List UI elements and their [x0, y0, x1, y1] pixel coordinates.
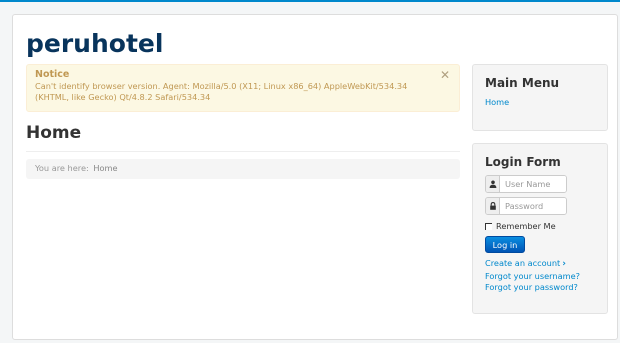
- remember-me-label[interactable]: Remember Me: [496, 221, 556, 231]
- site-title[interactable]: peruhotel: [26, 29, 163, 58]
- user-icon: [486, 176, 500, 192]
- login-links: Create an account › Forgot your username?…: [485, 258, 580, 294]
- create-account-label: Create an account: [485, 258, 561, 268]
- login-form-module: Login Form Remember Me Log in Create an …: [472, 143, 608, 314]
- close-icon[interactable]: ✕: [440, 68, 450, 82]
- forgot-username-link[interactable]: Forgot your username?: [485, 271, 580, 283]
- breadcrumb-prefix: You are here:: [35, 163, 89, 173]
- notice-heading: Notice: [35, 69, 70, 80]
- username-field: [485, 175, 567, 193]
- username-input[interactable]: [500, 176, 566, 192]
- create-account-link[interactable]: Create an account ›: [485, 258, 580, 271]
- remember-me-checkbox[interactable]: [485, 222, 492, 230]
- login-button[interactable]: Log in: [485, 236, 525, 253]
- menu-item-home[interactable]: Home: [485, 97, 509, 107]
- login-form-title: Login Form: [485, 155, 561, 169]
- notice-alert: Notice Can't identify browser version. A…: [26, 64, 460, 112]
- breadcrumb-current: Home: [93, 163, 118, 173]
- lock-icon: [486, 198, 500, 214]
- page-title: Home: [26, 123, 82, 143]
- forgot-password-link[interactable]: Forgot your password?: [485, 282, 580, 294]
- main-menu-module: Main Menu Home: [472, 64, 608, 131]
- breadcrumb: You are here: Home: [26, 159, 460, 179]
- page-container: peruhotel Notice Can't identify browser …: [12, 14, 618, 340]
- remember-me: Remember Me: [485, 221, 556, 231]
- password-field: [485, 197, 567, 215]
- divider: [26, 151, 460, 152]
- top-accent-bar: [0, 0, 620, 2]
- chevron-right-icon: ›: [562, 259, 566, 269]
- password-input[interactable]: [500, 198, 566, 214]
- notice-message: Can't identify browser version. Agent: M…: [35, 81, 408, 102]
- main-menu-title: Main Menu: [485, 76, 560, 90]
